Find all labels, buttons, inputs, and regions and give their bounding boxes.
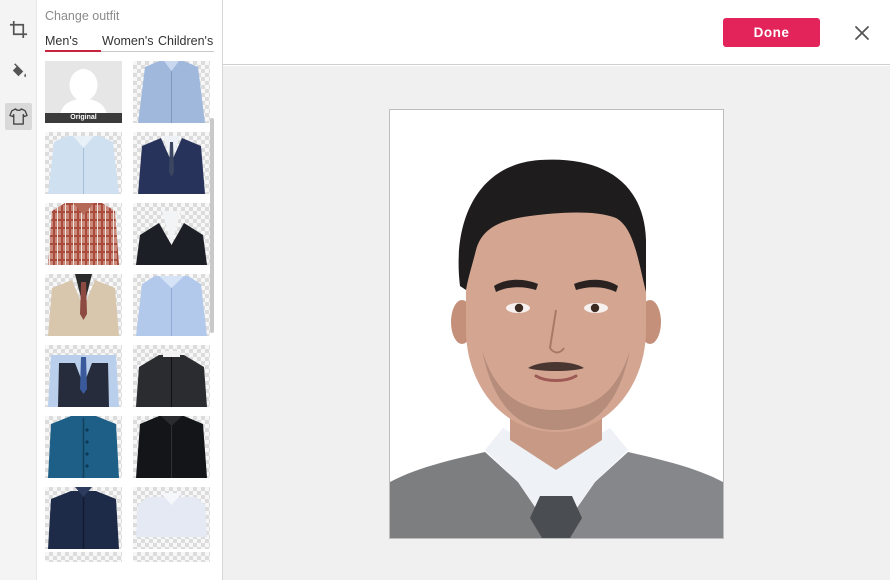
outfit-category-tabs: Men's Women's Children's bbox=[45, 34, 214, 52]
crop-icon bbox=[9, 20, 28, 39]
outfit-black-shirt[interactable] bbox=[133, 416, 210, 478]
outfit-navy-jacket[interactable] bbox=[45, 487, 122, 549]
panel-title: Change outfit bbox=[45, 9, 120, 23]
crop-tool-button[interactable] bbox=[5, 16, 32, 43]
outfit-panel: Change outfit Men's Women's Children's O… bbox=[37, 0, 223, 580]
editor-canvas bbox=[223, 66, 890, 580]
change-outfit-tool-button[interactable] bbox=[5, 103, 32, 130]
outfit-navy-vest-tie[interactable] bbox=[45, 345, 122, 407]
outfit-black-mandarin-jacket[interactable] bbox=[133, 345, 210, 407]
outfit-black-suit-white-shirt[interactable] bbox=[133, 203, 210, 265]
portrait-image bbox=[390, 110, 723, 538]
paint-bucket-icon bbox=[12, 63, 26, 78]
done-button[interactable]: Done bbox=[723, 18, 820, 47]
original-label: Original bbox=[45, 113, 122, 123]
outfit-plaid-shirt[interactable] bbox=[45, 203, 122, 265]
outfit-light-blue-shirt[interactable] bbox=[133, 61, 210, 123]
photo-preview bbox=[389, 109, 724, 539]
tab-womens[interactable]: Women's bbox=[102, 34, 153, 48]
tab-mens[interactable]: Men's bbox=[45, 34, 101, 52]
panel-scrollbar[interactable] bbox=[210, 118, 214, 333]
outfit-white-blue-shirt[interactable] bbox=[45, 132, 122, 194]
outfit-original[interactable]: Original bbox=[45, 61, 122, 123]
outfit-white-shirt[interactable] bbox=[133, 487, 210, 549]
outfit-partial-1[interactable] bbox=[45, 552, 122, 562]
close-button[interactable] bbox=[853, 24, 871, 42]
outfit-beige-suit-tie[interactable] bbox=[45, 274, 122, 336]
outfit-navy-suit-tie[interactable] bbox=[133, 132, 210, 194]
outfit-light-blue-collar-shirt[interactable] bbox=[133, 274, 210, 336]
shirt-icon bbox=[9, 108, 28, 125]
tab-childrens[interactable]: Children's bbox=[158, 34, 213, 48]
editor-header: Done bbox=[223, 0, 890, 65]
close-icon bbox=[855, 26, 869, 40]
background-color-tool-button[interactable] bbox=[5, 58, 32, 85]
outfit-partial-2[interactable] bbox=[133, 552, 210, 562]
outfit-teal-mandarin-jacket[interactable] bbox=[45, 416, 122, 478]
tool-rail bbox=[0, 0, 37, 580]
